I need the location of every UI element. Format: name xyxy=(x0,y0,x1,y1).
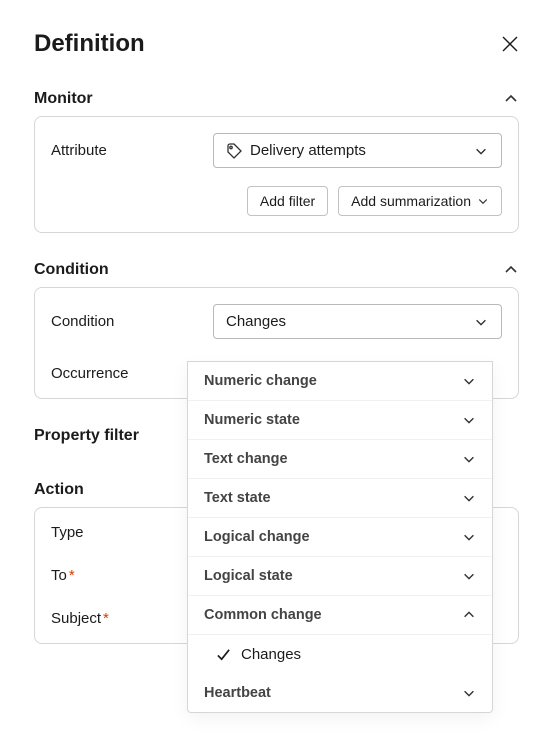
condition-value: Changes xyxy=(226,313,286,330)
chevron-down-icon xyxy=(462,686,476,700)
chevron-down-icon xyxy=(474,315,488,329)
page-title: Definition xyxy=(34,30,145,58)
dropdown-label: Numeric state xyxy=(204,412,300,428)
condition-select[interactable]: Changes xyxy=(213,304,502,339)
section-head-monitor[interactable]: Monitor xyxy=(34,76,519,116)
dropdown-group-numeric-state[interactable]: Numeric state xyxy=(188,401,492,440)
dropdown-group-heartbeat[interactable]: Heartbeat xyxy=(188,674,492,712)
chevron-down-icon xyxy=(462,491,476,505)
section-title-action: Action xyxy=(34,481,84,499)
dropdown-group-text-change[interactable]: Text change xyxy=(188,440,492,479)
dropdown-label: Logical change xyxy=(204,529,310,545)
panel-header: Definition xyxy=(34,0,519,76)
chevron-down-icon xyxy=(462,452,476,466)
condition-row: Condition Changes xyxy=(51,304,502,339)
dropdown-label: Numeric change xyxy=(204,373,317,389)
chevron-down-icon xyxy=(462,569,476,583)
chevron-down-icon xyxy=(477,195,489,207)
dropdown-group-numeric-change[interactable]: Numeric change xyxy=(188,362,492,401)
add-summarization-button[interactable]: Add summarization xyxy=(338,186,502,216)
chevron-up-icon xyxy=(503,91,519,107)
dropdown-label: Text state xyxy=(204,490,271,506)
monitor-card: Attribute Delivery attempts Add filter A… xyxy=(34,116,519,233)
chevron-down-icon xyxy=(462,530,476,544)
chevron-down-icon xyxy=(462,413,476,427)
attribute-value: Delivery attempts xyxy=(250,142,366,159)
scrollbar[interactable] xyxy=(521,0,537,747)
dropdown-group-logical-change[interactable]: Logical change xyxy=(188,518,492,557)
chevron-down-icon xyxy=(474,144,488,158)
dropdown-option-label: Changes xyxy=(241,646,301,663)
attribute-label: Attribute xyxy=(51,142,201,159)
to-label: To* xyxy=(51,567,201,584)
chevron-up-icon xyxy=(503,262,519,278)
dropdown-label: Heartbeat xyxy=(204,685,271,701)
add-summarization-label: Add summarization xyxy=(351,193,471,209)
subject-label: Subject* xyxy=(51,610,201,627)
type-label: Type xyxy=(51,524,201,541)
attribute-row: Attribute Delivery attempts xyxy=(51,133,502,168)
dropdown-option-changes[interactable]: Changes xyxy=(188,635,492,674)
section-head-condition[interactable]: Condition xyxy=(34,247,519,287)
section-title-monitor: Monitor xyxy=(34,90,93,108)
chevron-down-icon xyxy=(462,374,476,388)
dropdown-group-text-state[interactable]: Text state xyxy=(188,479,492,518)
close-button[interactable] xyxy=(497,31,523,57)
condition-dropdown[interactable]: Numeric change Numeric state Text change… xyxy=(187,361,493,713)
section-title-condition: Condition xyxy=(34,261,109,279)
dropdown-group-common-change[interactable]: Common change xyxy=(188,596,492,635)
dropdown-label: Logical state xyxy=(204,568,293,584)
attribute-select[interactable]: Delivery attempts xyxy=(213,133,502,168)
chevron-up-icon xyxy=(462,608,476,622)
dropdown-label: Text change xyxy=(204,451,288,467)
tag-icon xyxy=(226,143,242,159)
monitor-actions: Add filter Add summarization xyxy=(51,186,502,216)
dropdown-group-logical-state[interactable]: Logical state xyxy=(188,557,492,596)
dropdown-label: Common change xyxy=(204,607,322,623)
check-icon xyxy=(216,647,231,662)
condition-label: Condition xyxy=(51,313,201,330)
section-title-property-filter: Property filter xyxy=(34,427,139,445)
close-icon xyxy=(501,35,519,53)
add-filter-button[interactable]: Add filter xyxy=(247,186,328,216)
occurrence-label: Occurrence xyxy=(51,365,201,382)
